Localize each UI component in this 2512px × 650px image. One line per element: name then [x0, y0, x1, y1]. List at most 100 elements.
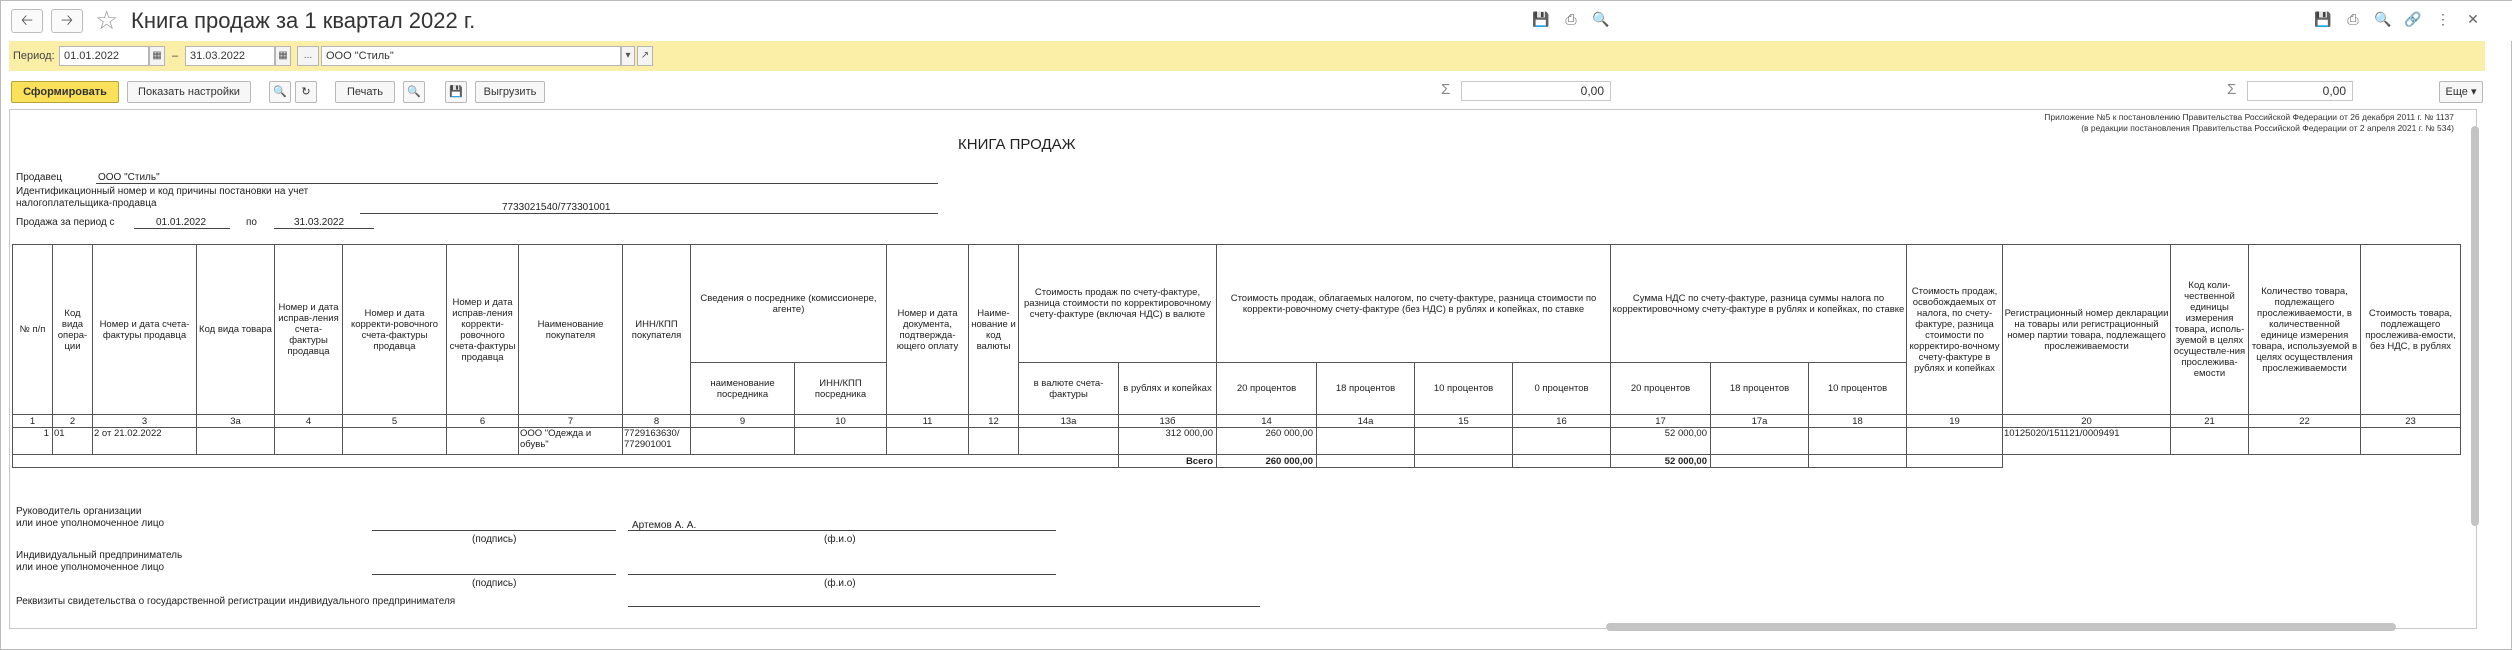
preview-icon-2[interactable]: 🔍 — [2374, 10, 2392, 28]
cell-empty[interactable] — [196, 427, 275, 455]
col-number: 13а — [1018, 414, 1119, 428]
more-vertical-icon[interactable]: ⋮ — [2434, 10, 2452, 28]
cell-empty[interactable] — [1710, 427, 1809, 455]
column-numbers-row: 1 2 3 3а 4 5 6 7 8 9 10 11 12 13а 13б 14… — [12, 414, 2461, 428]
date-dash: – — [172, 50, 179, 62]
col-number: 16 — [1512, 414, 1611, 428]
header-vat-20: 20 процентов — [1610, 362, 1711, 415]
period-bar: Период: 01.01.2022 ▦ – 31.03.2022 ▦ ... … — [9, 41, 2485, 71]
report-document[interactable]: Приложение №5 к постановлению Правительс… — [9, 109, 2477, 629]
header-unit-code: Код коли-чественной единицы измерения то… — [2170, 244, 2249, 415]
col-number: 19 — [1906, 414, 2003, 428]
header-payment-doc: Номер и дата документа, подтвержда-ющего… — [886, 244, 969, 415]
arrow-left-icon: 🡠 — [20, 12, 34, 29]
inn-underline — [360, 213, 938, 214]
refresh-search-button[interactable]: ↻ — [295, 81, 317, 103]
cell-n[interactable]: 1 — [12, 427, 53, 455]
header-currency: Наиме-нование и код валюты — [968, 244, 1019, 415]
header-taxed-10: 10 процентов — [1414, 362, 1513, 415]
col-number: 4 — [274, 414, 343, 428]
cell-vat-20[interactable]: 52 000,00 — [1610, 427, 1711, 455]
cell-op-code[interactable]: 01 — [52, 427, 93, 455]
favorite-star-icon[interactable]: ☆ — [95, 5, 118, 35]
cell-empty[interactable] — [886, 427, 969, 455]
cell-taxed-20[interactable]: 260 000,00 — [1216, 427, 1317, 455]
print-icon[interactable]: ⎙ — [1562, 10, 1580, 28]
back-button[interactable]: 🡠 — [11, 9, 43, 33]
link-icon[interactable]: 🔗 — [2404, 10, 2422, 28]
window-title: Книга продаж за 1 квартал 2022 г. — [131, 8, 476, 33]
col-number: 12 — [968, 414, 1019, 428]
date-from-field[interactable]: 01.01.2022 — [59, 46, 149, 66]
col-number: 13б — [1118, 414, 1217, 428]
seller-underline — [96, 183, 938, 184]
cell-empty[interactable] — [1414, 427, 1513, 455]
vertical-scrollbar[interactable] — [2471, 126, 2479, 526]
sign-ip-label-2: или иное уполномоченное лицо — [16, 562, 165, 573]
print-button[interactable]: Печать — [335, 81, 395, 103]
cell-empty[interactable] — [2170, 427, 2249, 455]
cell-invoice[interactable]: 2 от 21.02.2022 — [92, 427, 197, 455]
date-to-field[interactable]: 31.03.2022 — [185, 46, 275, 66]
col-number: 2 — [52, 414, 93, 428]
col-number: 3 — [92, 414, 197, 428]
total-vat-20: 52 000,00 — [1610, 454, 1711, 468]
export-button[interactable]: Выгрузить — [475, 81, 545, 103]
organization-field[interactable]: ООО "Стиль" — [321, 46, 621, 66]
calendar-icon[interactable]: ▦ — [149, 46, 165, 66]
report-heading: КНИГА ПРОДАЖ — [958, 136, 1076, 153]
cell-empty[interactable] — [274, 427, 343, 455]
close-icon[interactable]: ✕ — [2464, 10, 2482, 28]
header-sale-value: Стоимость продаж по счету-фактуре, разни… — [1018, 244, 1217, 363]
open-link-icon[interactable]: ↗ — [637, 46, 653, 66]
sign-ip-label-1: Индивидуальный предприниматель — [16, 550, 183, 561]
refresh-icon: ↻ — [301, 86, 311, 98]
cell-empty[interactable] — [1018, 427, 1119, 455]
selected-sum-field[interactable]: 0,00 — [1461, 81, 1611, 101]
total-spacer — [12, 454, 1119, 468]
header-vat-10: 10 процентов — [1808, 362, 1907, 415]
preview-button[interactable]: 🔍 — [403, 81, 425, 103]
cell-empty[interactable] — [1512, 427, 1611, 455]
cell-buyer[interactable]: ООО "Одежда и обувь" — [518, 427, 623, 455]
cell-empty[interactable] — [1906, 427, 2003, 455]
cell-empty[interactable] — [1316, 427, 1415, 455]
appendix-line-2: (в редакции постановления Правительства … — [2081, 123, 2454, 133]
save-icon-2[interactable]: 💾 — [2314, 10, 2332, 28]
cell-empty[interactable] — [1808, 427, 1907, 455]
cell-sum-rub[interactable]: 312 000,00 — [1118, 427, 1217, 455]
command-bar: Сформировать Показать настройки 🔍 ↻ Печа… — [9, 79, 2485, 105]
more-button[interactable]: Еще ▾ — [2439, 81, 2483, 103]
save-button[interactable]: 💾 — [445, 81, 467, 103]
chevron-down-icon[interactable]: ▾ — [621, 46, 635, 66]
selected-sum-field-2[interactable]: 0,00 — [2247, 81, 2353, 101]
print-icon-2[interactable]: ⎙ — [2344, 10, 2362, 28]
sigma-icon-2: Σ — [2227, 81, 2237, 98]
fio-line — [628, 530, 1056, 531]
cell-empty[interactable] — [968, 427, 1019, 455]
cell-buyer-inn[interactable]: 7729163630/ 772901001 — [622, 427, 691, 455]
cell-empty[interactable] — [690, 427, 795, 455]
signature-caption-2: (подпись) — [472, 578, 517, 589]
search-button[interactable]: 🔍 — [269, 81, 291, 103]
cell-empty[interactable] — [342, 427, 447, 455]
header-op-code: Код вида опера-ции — [52, 244, 93, 415]
generate-button[interactable]: Сформировать — [11, 81, 119, 103]
calendar-icon-2[interactable]: ▦ — [275, 46, 291, 66]
floppy-icon: 💾 — [449, 86, 463, 98]
show-settings-button[interactable]: Показать настройки — [127, 81, 251, 103]
horizontal-scrollbar[interactable] — [1606, 623, 2396, 631]
period-select-button[interactable]: ... — [297, 46, 319, 66]
preview-icon[interactable]: 🔍 — [1592, 10, 1610, 28]
col-number: 23 — [2360, 414, 2461, 428]
cell-empty[interactable] — [794, 427, 887, 455]
sign-head-label-1: Руководитель организации — [16, 506, 142, 517]
save-icon[interactable]: 💾 — [1532, 10, 1550, 28]
cell-empty[interactable] — [2248, 427, 2361, 455]
cell-empty[interactable] — [446, 427, 519, 455]
forward-button[interactable]: 🡢 — [51, 9, 83, 33]
ip-registration-line — [628, 606, 1260, 607]
cell-empty[interactable] — [2360, 427, 2461, 455]
cell-reg-number[interactable]: 10125020/151121/0009491 — [2002, 427, 2171, 455]
table-row[interactable]: 1 01 2 от 21.02.2022 ООО "Одежда и обувь… — [12, 427, 2461, 455]
